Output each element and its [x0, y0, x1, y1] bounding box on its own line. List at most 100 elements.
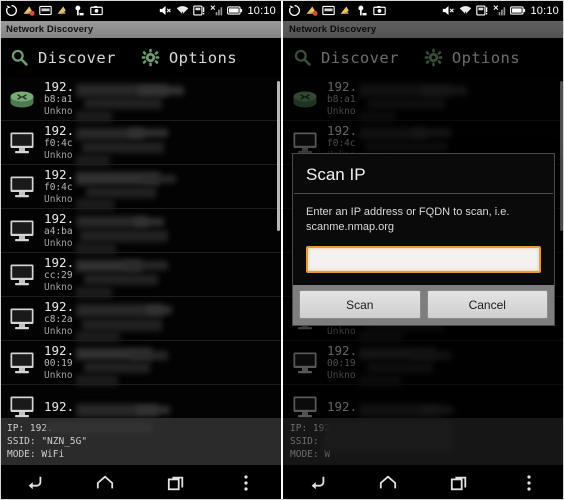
table-row[interactable]: 192.a4:baUnkno [0, 209, 281, 254]
signal-no-service-icon [493, 5, 506, 16]
device-details: 192. 00:19 Unkno [44, 343, 281, 386]
redaction-block [82, 318, 162, 331]
router-icon [10, 91, 34, 107]
app-title-right: Network Discovery [289, 24, 377, 35]
options-label: Options [168, 48, 237, 67]
home-button[interactable] [88, 470, 122, 496]
computer-icon [10, 220, 34, 241]
back-button-right[interactable] [301, 470, 335, 496]
back-button[interactable] [18, 470, 52, 496]
redaction-block [84, 361, 150, 373]
device-type-icon [5, 175, 39, 199]
device-list[interactable]: 192. b8:a1 Unkno 192. f0:4c Unkno 192. f0:4c Unk… [0, 77, 281, 429]
cancel-button[interactable]: Cancel [426, 290, 548, 319]
scan-ip-input[interactable] [306, 246, 541, 273]
search-icon [294, 49, 311, 66]
redaction-block [124, 260, 168, 270]
overflow-menu-button-right[interactable] [512, 470, 546, 496]
computer-icon [10, 308, 34, 329]
redaction-block [80, 229, 168, 242]
device-type-icon [5, 88, 39, 110]
redaction-block [130, 350, 168, 360]
redaction-block [76, 110, 112, 122]
device-type-icon [5, 219, 39, 243]
options-button[interactable]: Options [141, 48, 237, 67]
discover-label-right: Discover [321, 48, 399, 67]
download-icon [340, 6, 349, 14]
redaction-block [76, 330, 120, 342]
screenshot-icon [90, 6, 103, 16]
device-details: 192.a4:baUnkno [44, 211, 281, 254]
volume-mute-icon [160, 6, 172, 15]
table-row[interactable]: 192.f0:4cUnkno [0, 121, 281, 166]
table-row[interactable]: 192. b8:a1 Unkno [283, 77, 564, 122]
redaction-block [76, 154, 110, 166]
sd-warning-icon [476, 5, 488, 16]
redaction-block [47, 422, 152, 433]
redaction-block [365, 141, 447, 153]
usb-debug-icon [358, 5, 367, 16]
discover-button[interactable]: Discover [10, 48, 116, 67]
screenshot-root: 10:10 Network Discovery Discover Options… [0, 0, 564, 500]
overflow-menu-button[interactable] [229, 470, 263, 496]
sync-icon [289, 4, 301, 16]
battery-icon [227, 6, 243, 15]
options-label-right: Options [451, 48, 520, 67]
app-toolbar-right: Discover Options [283, 38, 564, 77]
connection-info-bar-right: IP: 192 SSID: " MODE: W [283, 418, 564, 465]
usb-debug-icon [75, 5, 84, 16]
device-type-icon [5, 395, 39, 419]
overflow-menu-icon [527, 474, 531, 491]
redaction-block [142, 174, 176, 183]
device-type-icon [288, 395, 322, 419]
recents-button-right[interactable] [442, 470, 476, 496]
computer-icon [10, 132, 34, 153]
list-scrollbar[interactable] [560, 81, 563, 231]
table-row[interactable]: 192.cc:29Unkno [0, 253, 281, 298]
download-alert-icon [306, 6, 318, 16]
table-row[interactable]: 192. 00:19 Unkno [0, 341, 281, 386]
table-row[interactable]: 192. 00:19 Unkno [283, 341, 564, 386]
info-ssid-line: SSID: "NZN_5G" [7, 436, 88, 447]
computer-icon [10, 176, 34, 197]
scan-button[interactable]: Scan [299, 290, 421, 319]
phone-screen-right: 10:10 Network Discovery Discover Options… [283, 0, 564, 500]
home-icon [97, 475, 114, 488]
app-title-bar-right: Network Discovery [283, 21, 564, 38]
device-details: 192. b8:a1 Unkno [44, 79, 281, 122]
device-type-icon [5, 131, 39, 155]
android-nav-bar [0, 465, 281, 500]
redaction-block [359, 330, 403, 342]
device-details: 192.f0:4cUnkno [44, 123, 281, 166]
status-system-icons-right: 10:10 [442, 4, 559, 17]
redaction-block [82, 141, 164, 153]
screenshot-icon [373, 6, 386, 16]
redaction-block [84, 97, 162, 109]
table-row[interactable]: 192.f0:4cUnkno [0, 165, 281, 210]
dialog-message: Enter an IP address or FQDN to scan, i.e… [306, 206, 510, 233]
download-alert-icon [23, 6, 35, 16]
sync-icon [6, 4, 18, 16]
sd-card-icon [322, 5, 335, 16]
list-scrollbar[interactable] [277, 81, 280, 231]
status-clock-right: 10:10 [530, 4, 559, 17]
table-row[interactable]: 192. b8:a1 Unkno [0, 77, 281, 122]
redaction-block [359, 374, 401, 386]
home-button-right[interactable] [371, 470, 405, 496]
redaction-block [76, 286, 112, 298]
device-details: 192.f0:4cUnkno [44, 167, 281, 210]
table-row[interactable]: 192.c8:2aUnkno [0, 297, 281, 342]
device-details: 192. b8:a1 Unkno [327, 79, 564, 122]
recent-apps-icon [450, 476, 466, 490]
device-details: 192. [44, 399, 281, 417]
connection-info-bar: IP: 192. SSID: "NZN_5G" MODE: WiFi [0, 418, 281, 465]
redaction-block [84, 273, 158, 285]
android-status-bar: 10:10 [0, 0, 281, 21]
computer-icon [10, 264, 34, 285]
overflow-menu-icon [244, 474, 248, 491]
recents-button[interactable] [159, 470, 193, 496]
redaction-block [146, 305, 172, 314]
dialog-button-bar: Scan Cancel [293, 285, 554, 325]
signal-no-service-icon [210, 5, 223, 16]
device-type-icon [5, 351, 39, 375]
